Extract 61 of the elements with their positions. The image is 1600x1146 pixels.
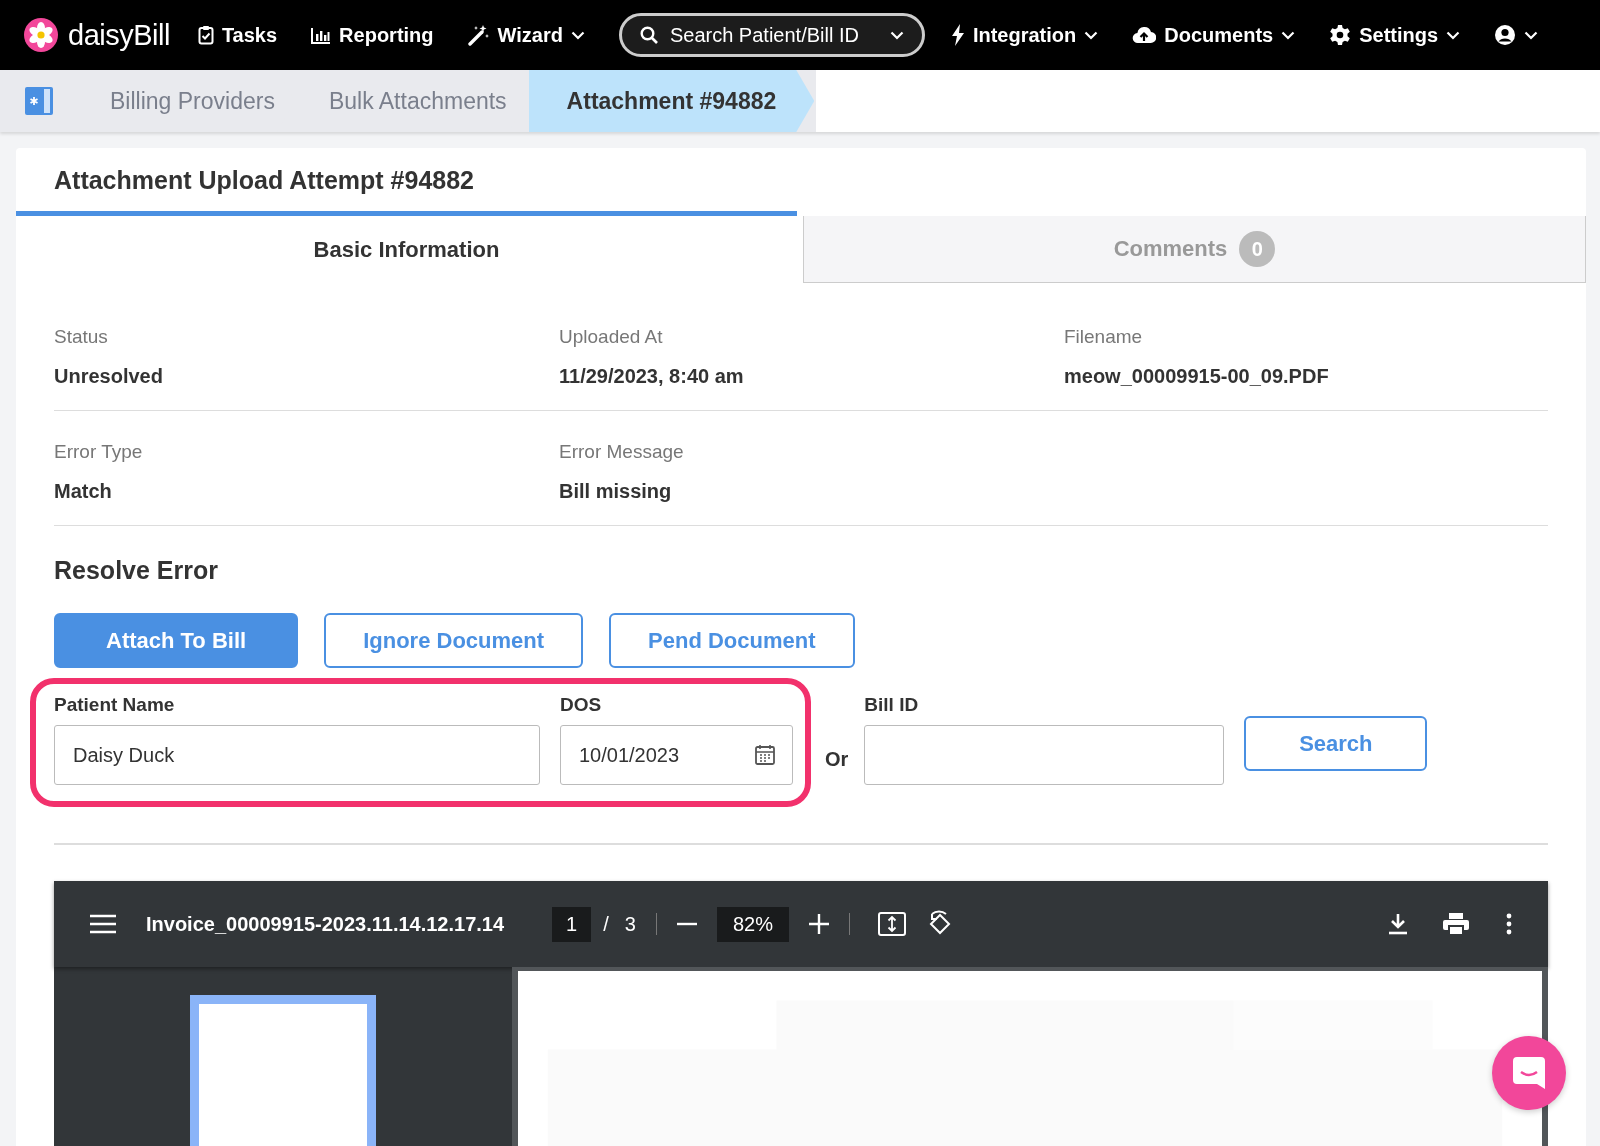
chevron-down-icon <box>889 30 904 40</box>
search-input[interactable]: Search Patient/Bill ID <box>669 23 878 47</box>
zoom-field[interactable]: 82% <box>716 906 789 942</box>
section-heading: Resolve Error <box>54 556 219 585</box>
search-icon <box>639 26 658 44</box>
date-field[interactable]: 10/01/2023 <box>560 725 793 785</box>
chevron-down-icon <box>1524 30 1539 40</box>
calendar-icon[interactable] <box>755 744 775 765</box>
nav-link[interactable]: Tasks <box>197 23 278 47</box>
cloud-upload-icon <box>1132 26 1157 44</box>
lightning-bolt-icon <box>950 24 965 46</box>
page-separator: / <box>603 912 609 936</box>
info-value: meow_00009915-00_09.PDF <box>1064 365 1330 388</box>
count-badge: 0 <box>1239 231 1276 267</box>
info-label: Error Type <box>54 441 144 463</box>
chevron-down-icon <box>570 30 585 40</box>
user-avatar-icon <box>1494 24 1517 46</box>
info-value: 11/29/2023, 8:40 am <box>559 365 745 388</box>
zoom-in-icon[interactable] <box>808 914 829 934</box>
printer-icon[interactable] <box>1442 912 1470 936</box>
settings-icon <box>1329 24 1352 46</box>
flower-logo-icon <box>24 18 58 52</box>
zoom-out-icon[interactable] <box>676 922 697 926</box>
logo-text[interactable]: daisyBill <box>68 18 170 52</box>
chevron-down-icon <box>1084 30 1099 40</box>
page-title: Attachment Upload Attempt #94882 <box>53 165 475 196</box>
input-field[interactable]: Daisy Duck <box>54 725 540 785</box>
info-label: Error Message <box>559 441 685 463</box>
bar-chart-icon <box>311 26 332 44</box>
breadcrumb-link[interactable]: Attachment #94882 <box>528 70 815 132</box>
info-label: Status <box>54 326 109 348</box>
page-count: 3 <box>624 912 636 936</box>
menu-icon[interactable] <box>90 914 116 934</box>
or-label: Or <box>825 748 849 771</box>
field-label: Bill ID <box>864 694 920 716</box>
file-name: Invoice_00009915-2023.11.14.12.17.14 <box>146 912 505 936</box>
info-value: Match <box>54 480 113 503</box>
nav-link[interactable]: Reporting <box>311 23 434 47</box>
field-label: DOS <box>560 694 603 716</box>
info-value: Unresolved <box>54 365 164 388</box>
more-options-icon[interactable] <box>1506 913 1512 935</box>
input-field[interactable] <box>864 725 1225 785</box>
nav-link[interactable]: Settings <box>1329 23 1461 47</box>
nav-link[interactable]: Wizard <box>467 23 585 47</box>
magic-wand-icon <box>467 24 490 46</box>
chat-bubble-icon <box>1511 1055 1547 1091</box>
search-bar[interactable]: Search Patient/Bill ID <box>618 13 925 57</box>
fit-page-icon[interactable] <box>877 912 906 936</box>
info-label: Filename <box>1064 326 1144 348</box>
page-number-field[interactable]: 1 <box>552 906 592 942</box>
download-icon[interactable] <box>1388 913 1408 935</box>
field-label: Patient Name <box>54 694 176 716</box>
clipboard-check-icon <box>197 25 214 45</box>
chevron-down-icon <box>1446 30 1461 40</box>
home-tile-icon[interactable] <box>24 86 54 116</box>
nav-link[interactable]: Documents <box>1132 23 1296 47</box>
info-label: Uploaded At <box>559 326 664 348</box>
nav-link[interactable]: Integration <box>950 23 1099 47</box>
chevron-down-icon <box>1281 30 1296 40</box>
info-value: Bill missing <box>559 480 673 503</box>
account-menu[interactable] <box>1494 24 1539 46</box>
